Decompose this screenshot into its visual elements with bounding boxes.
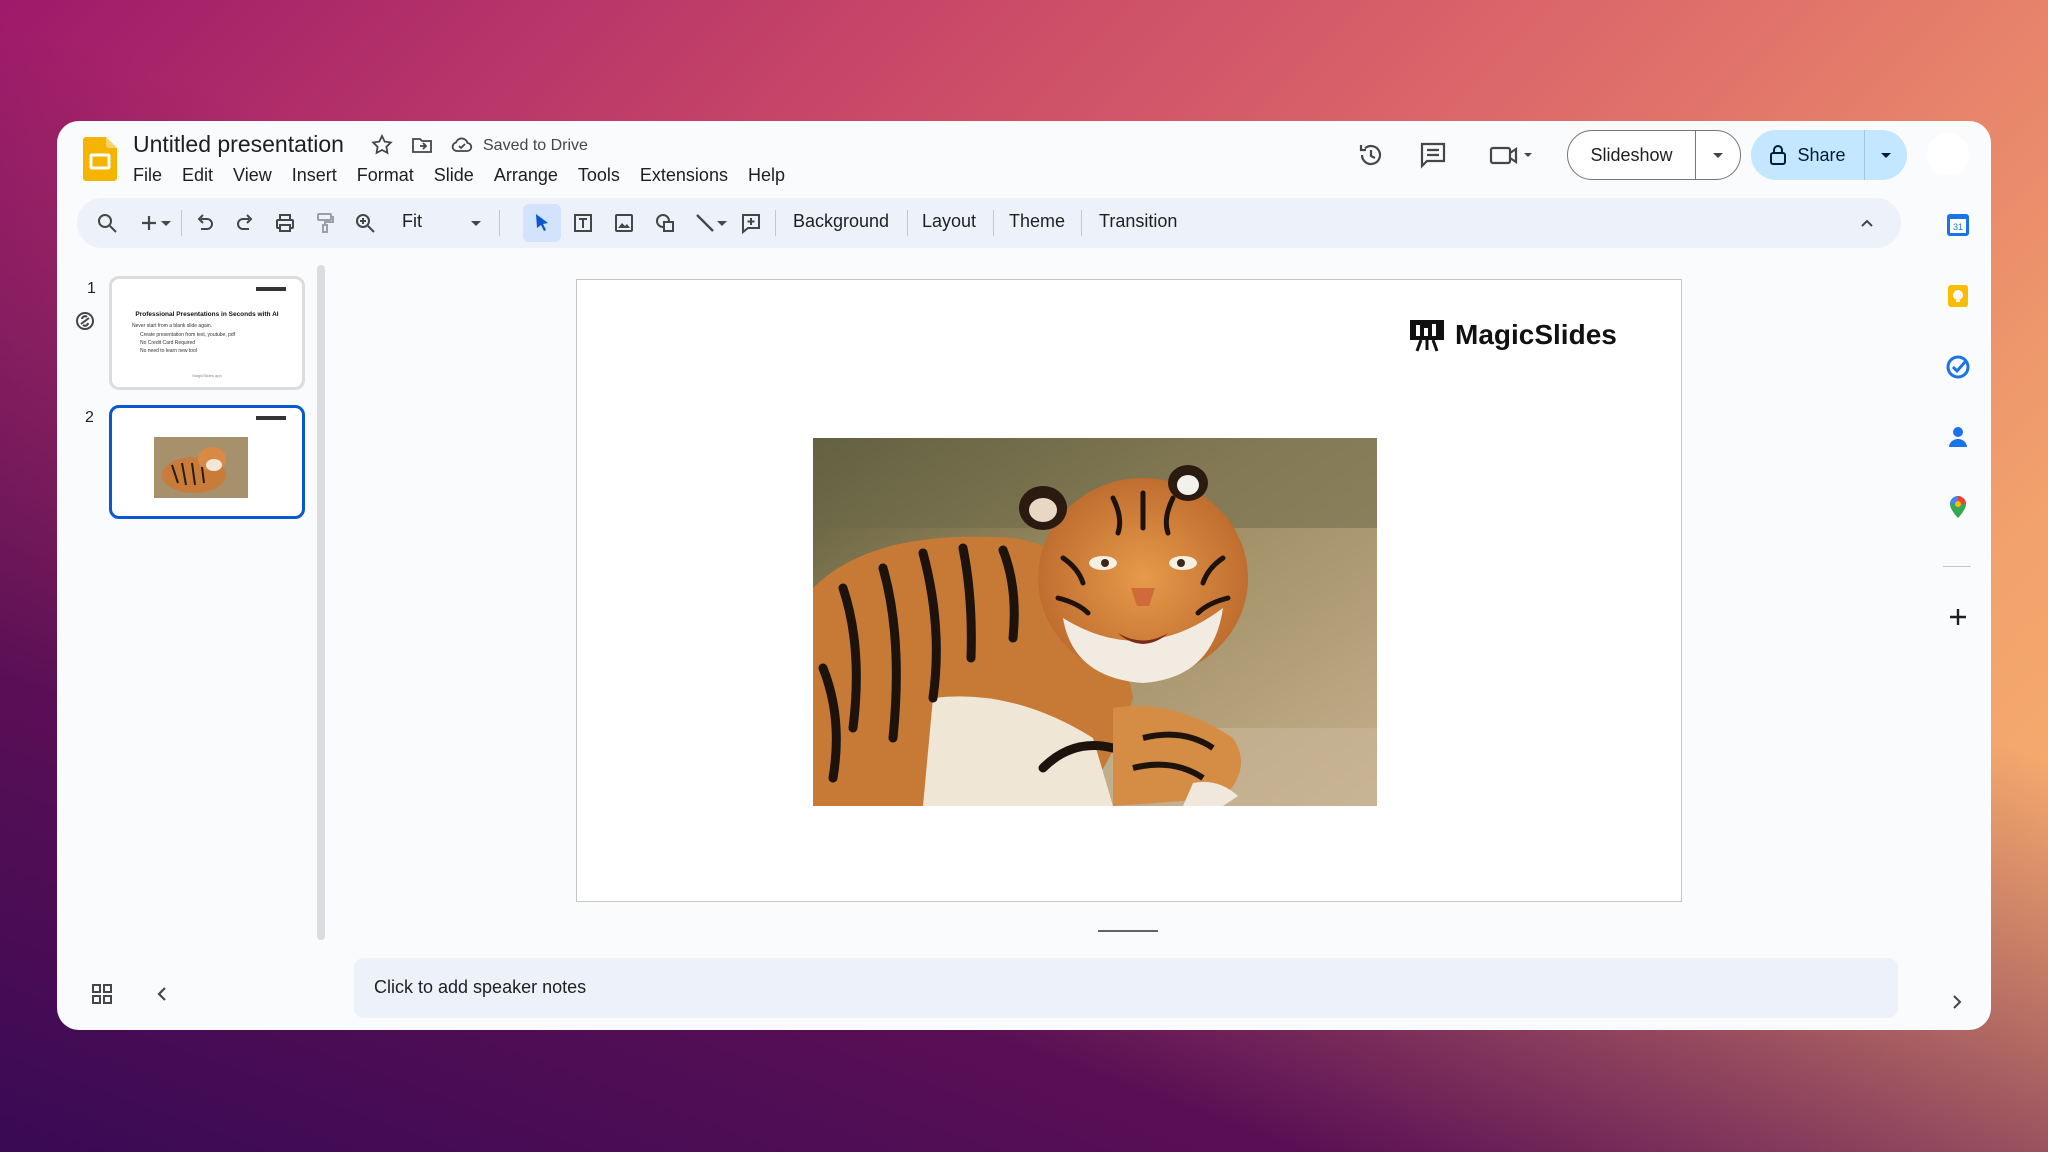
zoom-dropdown-icon[interactable]: [469, 211, 483, 235]
toolbar-separator: [499, 210, 500, 236]
share-button[interactable]: Share: [1751, 130, 1907, 180]
thumb-footer: MagicSlides app: [192, 373, 222, 378]
background-button[interactable]: Background: [793, 211, 889, 232]
expand-side-panel-icon[interactable]: [1945, 990, 1969, 1014]
thumb-subtitle: Never start from a blank slide again.: [132, 323, 213, 329]
collapse-filmstrip-icon[interactable]: [149, 981, 175, 1007]
menu-view[interactable]: View: [223, 165, 282, 186]
tasks-icon[interactable]: [1944, 353, 1972, 381]
slideshow-label[interactable]: Slideshow: [1568, 131, 1696, 179]
text-box-icon[interactable]: [571, 211, 595, 235]
zoom-select[interactable]: Fit: [402, 211, 422, 232]
toolbar-separator: [775, 210, 776, 236]
meet-video-icon[interactable]: [1487, 139, 1535, 171]
insert-comment-icon[interactable]: [739, 211, 763, 235]
menu-insert[interactable]: Insert: [282, 165, 347, 186]
thumb-title: Professional Presentations in Seconds wi…: [135, 311, 279, 318]
redo-icon[interactable]: [233, 211, 257, 235]
print-icon[interactable]: [273, 211, 297, 235]
slide-thumbnail-1[interactable]: Professional Presentations in Seconds wi…: [109, 276, 305, 390]
share-label: Share: [1797, 144, 1846, 165]
zoom-icon[interactable]: [353, 211, 377, 235]
lock-icon: [1770, 145, 1787, 165]
toolbar: Fit Background Layout Theme Transition: [77, 198, 1901, 248]
presentation-board-icon: [1410, 320, 1444, 352]
collapse-toolbar-icon[interactable]: [1855, 211, 1879, 235]
brand-name: MagicSlides: [1455, 319, 1617, 350]
new-slide-dropdown-icon[interactable]: [159, 211, 173, 235]
slideshow-dropdown[interactable]: [1696, 131, 1740, 179]
shape-icon[interactable]: [653, 211, 677, 235]
new-slide-icon[interactable]: [137, 211, 161, 235]
speaker-notes-placeholder: Click to add speaker notes: [374, 977, 587, 997]
toolbar-separator: [907, 210, 908, 236]
menu-edit[interactable]: Edit: [172, 165, 223, 186]
share-main[interactable]: Share: [1751, 130, 1865, 180]
menu-bar: File Edit View Insert Format Slide Arran…: [133, 165, 795, 186]
save-status: Saved to Drive: [483, 137, 588, 154]
transition-button[interactable]: Transition: [1099, 211, 1177, 232]
keep-icon[interactable]: [1944, 282, 1972, 310]
menu-help[interactable]: Help: [738, 165, 795, 186]
comments-icon[interactable]: [1417, 139, 1449, 171]
calendar-icon[interactable]: 31: [1944, 211, 1972, 239]
slide-canvas[interactable]: MagicSlides: [576, 279, 1682, 902]
thumb-tiger-image: [154, 437, 248, 498]
speaker-notes[interactable]: Click to add speaker notes: [354, 958, 1898, 1018]
slideshow-button[interactable]: Slideshow: [1567, 130, 1741, 180]
add-icon[interactable]: [1944, 603, 1972, 631]
account-avatar[interactable]: [1927, 133, 1969, 175]
line-dropdown-icon[interactable]: [715, 211, 729, 235]
toolbar-separator: [993, 210, 994, 236]
move-folder-icon[interactable]: [410, 133, 434, 157]
menu-extensions[interactable]: Extensions: [630, 165, 738, 186]
menu-format[interactable]: Format: [347, 165, 424, 186]
filmstrip-scrollbar[interactable]: [317, 265, 325, 940]
menu-file[interactable]: File: [133, 165, 172, 186]
chevron-down-icon: [1713, 153, 1723, 158]
menu-tools[interactable]: Tools: [568, 165, 630, 186]
thumb-bullet-3: No need to learn new tool: [140, 348, 197, 354]
thumb-bullet-2: No Credit Card Required: [140, 340, 196, 346]
undo-icon[interactable]: [193, 211, 217, 235]
tiger-image[interactable]: [813, 438, 1377, 806]
maps-icon[interactable]: [1944, 493, 1972, 521]
line-icon[interactable]: [693, 211, 717, 235]
search-menus-icon[interactable]: [95, 211, 119, 235]
side-panel-separator: [1943, 566, 1971, 567]
toolbar-separator: [1081, 210, 1082, 236]
star-icon[interactable]: [370, 133, 394, 157]
insert-image-icon[interactable]: [612, 211, 636, 235]
magicslides-brand: MagicSlides: [1409, 318, 1617, 352]
menu-slide[interactable]: Slide: [424, 165, 484, 186]
menu-arrange[interactable]: Arrange: [484, 165, 568, 186]
share-dropdown[interactable]: [1865, 130, 1907, 180]
svg-text:31: 31: [1953, 222, 1963, 232]
theme-button[interactable]: Theme: [1009, 211, 1065, 232]
thumb-brand-mark: [256, 416, 286, 420]
contacts-icon[interactable]: [1944, 423, 1972, 451]
slides-window: Untitled presentation Saved to Drive Fil…: [57, 121, 1991, 1030]
select-cursor-icon[interactable]: [530, 211, 554, 235]
version-history-icon[interactable]: [1355, 139, 1387, 171]
thumb-bullet-1: Create presentation from text, youtube, …: [140, 332, 236, 338]
grid-view-icon[interactable]: [89, 981, 115, 1007]
notes-resize-handle[interactable]: [1098, 930, 1158, 932]
slide-number-2: 2: [85, 409, 94, 426]
layout-button[interactable]: Layout: [922, 211, 976, 232]
toolbar-separator: [181, 210, 182, 236]
cloud-saved-icon[interactable]: [450, 133, 474, 157]
thumb-brand-mark: [256, 287, 286, 291]
chevron-down-icon: [1881, 153, 1891, 158]
slide-thumbnail-2[interactable]: [109, 405, 305, 519]
document-title[interactable]: Untitled presentation: [133, 131, 344, 158]
paint-format-icon[interactable]: [313, 211, 337, 235]
slide-number-1: 1: [87, 280, 96, 297]
slides-logo-icon[interactable]: [83, 137, 117, 181]
linked-slide-icon[interactable]: [73, 309, 97, 333]
